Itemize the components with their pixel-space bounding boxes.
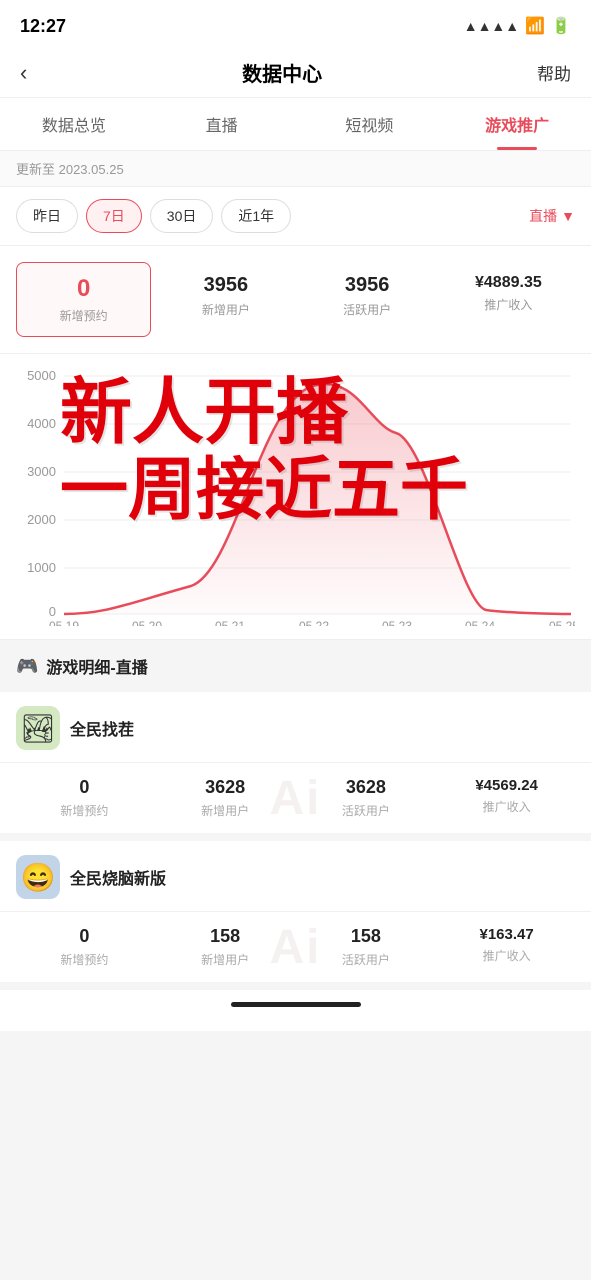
svg-text:05.24: 05.24: [465, 619, 495, 626]
tab-game-promotion[interactable]: 游戏推广: [443, 98, 591, 150]
game-stats-0: 0 新增预约 3628 新增用户 3628 活跃用户 ¥4569.24 推广收入…: [0, 763, 591, 833]
game-stat-1-2: 158 活跃用户: [298, 926, 435, 968]
svg-text:05.19: 05.19: [49, 619, 79, 626]
stat-label-revenue: 推广收入: [448, 296, 569, 313]
game-icon-1: 😄: [16, 855, 60, 899]
stat-value-reservation: 0: [23, 275, 144, 303]
svg-text:4000: 4000: [27, 416, 56, 431]
home-indicator: [231, 1002, 361, 1007]
svg-text:3000: 3000: [27, 464, 56, 479]
game-card-1: 😄 全民烧脑新版 0 新增预约 158 新增用户 158 活跃用户 ¥163.4…: [0, 841, 591, 982]
svg-text:05.20: 05.20: [132, 619, 162, 626]
wifi-icon: 📶: [525, 16, 545, 36]
stat-value-active-users: 3956: [307, 274, 428, 297]
filter-live-label: 直播: [529, 206, 557, 226]
game-header-1: 😄 全民烧脑新版: [0, 841, 591, 912]
status-icons: ▲▲▲▲ 📶 🔋: [464, 16, 571, 36]
stat-new-users[interactable]: 3956 新增用户: [159, 262, 292, 337]
game-icon-0: 🏞: [16, 706, 60, 750]
stat-new-reservation[interactable]: 0 新增预约: [16, 262, 151, 337]
filter-30days[interactable]: 30日: [150, 199, 214, 233]
gamepad-icon: 🎮: [16, 656, 38, 677]
stat-label-active-users: 活跃用户: [307, 301, 428, 318]
svg-text:2000: 2000: [27, 512, 56, 527]
stats-row: 0 新增预约 3956 新增用户 3956 活跃用户 ¥4889.35 推广收入: [0, 246, 591, 354]
game-header-0: 🏞 全民找茬: [0, 692, 591, 763]
chart-container: 新人开播 一周接近五千 5000 4000 3000 2000 1000 0: [0, 354, 591, 640]
game-stats-1: 0 新增预约 158 新增用户 158 活跃用户 ¥163.47 推广收入 Ai: [0, 912, 591, 982]
help-button[interactable]: 帮助: [537, 60, 571, 85]
filter-live-dropdown[interactable]: 直播 ▼: [529, 206, 575, 226]
game-name-0: 全民找茬: [70, 716, 134, 740]
game-stat-0-0: 0 新增预约: [16, 777, 153, 819]
stat-revenue[interactable]: ¥4889.35 推广收入: [442, 262, 575, 337]
signal-icon: ▲▲▲▲: [464, 18, 519, 34]
stat-value-new-users: 3956: [165, 274, 286, 297]
filter-1year[interactable]: 近1年: [221, 199, 291, 233]
filter-row: 昨日 7日 30日 近1年 直播 ▼: [0, 187, 591, 246]
filter-yesterday[interactable]: 昨日: [16, 199, 78, 233]
game-stat-1-0: 0 新增预约: [16, 926, 153, 968]
stat-label-reservation: 新增预约: [23, 307, 144, 324]
section-title-game-detail: 🎮 游戏明细-直播: [0, 640, 591, 692]
game-stat-0-3: ¥4569.24 推广收入: [438, 777, 575, 819]
svg-text:5000: 5000: [27, 368, 56, 383]
svg-text:05.25: 05.25: [549, 619, 575, 626]
stat-value-revenue: ¥4889.35: [448, 274, 569, 292]
tab-live[interactable]: 直播: [148, 98, 296, 150]
bottom-bar: [0, 990, 591, 1031]
svg-text:05.22: 05.22: [299, 619, 329, 626]
svg-text:1000: 1000: [27, 560, 56, 575]
game-stat-1-1: 158 新增用户: [157, 926, 294, 968]
game-stat-0-1: 3628 新增用户: [157, 777, 294, 819]
filter-7days[interactable]: 7日: [86, 199, 142, 233]
header: ‹ 数据中心 帮助: [0, 48, 591, 98]
chart-svg-wrap: 5000 4000 3000 2000 1000 0: [16, 366, 575, 631]
chevron-down-icon: ▼: [561, 208, 575, 224]
game-name-1: 全民烧脑新版: [70, 865, 166, 889]
game-stat-1-3: ¥163.47 推广收入: [438, 926, 575, 968]
battery-icon: 🔋: [551, 16, 571, 36]
game-stat-0-2: 3628 活跃用户: [298, 777, 435, 819]
tab-data-overview[interactable]: 数据总览: [0, 98, 148, 150]
svg-text:05.23: 05.23: [382, 619, 412, 626]
game-card-0: 🏞 全民找茬 0 新增预约 3628 新增用户 3628 活跃用户 ¥4569.…: [0, 692, 591, 833]
stat-label-new-users: 新增用户: [165, 301, 286, 318]
status-time: 12:27: [20, 16, 66, 37]
tab-bar: 数据总览 直播 短视频 游戏推广: [0, 98, 591, 151]
back-button[interactable]: ‹: [20, 60, 27, 86]
svg-text:0: 0: [49, 604, 56, 619]
tab-short-video[interactable]: 短视频: [296, 98, 444, 150]
status-bar: 12:27 ▲▲▲▲ 📶 🔋: [0, 0, 591, 48]
svg-text:05.21: 05.21: [215, 619, 245, 626]
update-bar: 更新至 2023.05.25: [0, 151, 591, 187]
page-title: 数据中心: [242, 58, 322, 87]
stat-active-users[interactable]: 3956 活跃用户: [301, 262, 434, 337]
